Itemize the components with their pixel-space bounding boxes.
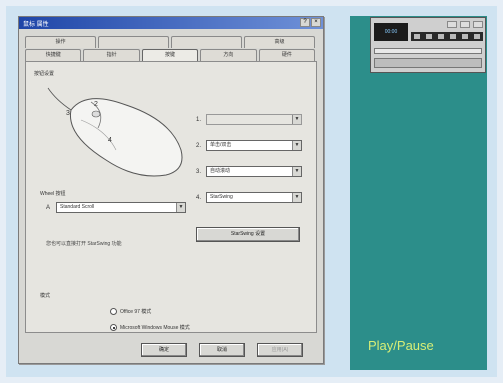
dialog-title: 鼠标 属性 [23,22,49,28]
tab-3[interactable]: 方向 [200,49,257,61]
tab-0[interactable]: 快捷键 [25,49,82,61]
previous-icon[interactable] [414,34,420,39]
svg-text:4: 4 [108,137,112,144]
apply-button[interactable]: 应用(A) [257,343,303,357]
button-row-4: 4. StarSwing ▼ [196,192,302,203]
chevron-down-icon: ▼ [292,193,301,202]
media-player-widget: 00:00 [370,17,486,73]
svg-text:2: 2 [94,101,98,108]
select-value: 单击/双击 [210,142,232,148]
button-1-select[interactable]: ▼ [206,114,302,125]
mode-option-windows[interactable]: Microsoft Windows Mouse 模式 [110,324,190,331]
chevron-down-icon: ▼ [292,167,301,176]
mode-option-office[interactable]: Office 97 模式 [110,308,151,315]
volume-bar[interactable] [374,58,482,68]
tab-1[interactable]: 指针 [83,49,140,61]
button-2-select[interactable]: 单击/双击 ▼ [206,140,302,151]
tab-panel: 按钮设置 3 2 4 1. ▼ 2. 单击/双击 ▼ 3. 自动滚动 ▼ 4. … [25,61,317,333]
help-button[interactable]: ? [300,18,310,27]
eject-icon[interactable] [474,34,480,39]
close-icon[interactable] [473,21,483,28]
wheel-number: A [46,204,51,211]
player-display: 00:00 [374,23,408,41]
stop-icon[interactable] [450,34,456,39]
button-number: 1. [196,116,202,123]
wheel-label: Wheel 按钮 [40,191,66,197]
mode-label: 模式 [40,293,51,299]
select-value: Standard Scroll [60,204,95,210]
select-value: 自动滚动 [210,168,231,174]
ok-button[interactable]: 确定 [141,343,187,357]
close-button[interactable]: × [311,18,321,27]
pause-icon[interactable] [438,34,444,39]
next-icon[interactable] [462,34,468,39]
player-top-controls [411,21,483,29]
button-row-3: 3. 自动滚动 ▼ [196,166,302,177]
seek-bar[interactable] [374,48,482,54]
buttons-group-label: 按钮设置 [34,71,55,77]
title-bar: 鼠标 属性 ? × [19,17,323,29]
tab-top-0[interactable]: 操作 [25,36,96,48]
tab-row-top: 操作 高级 [25,36,317,48]
maximize-icon[interactable] [460,21,470,28]
teal-panel: 00:00 Play/Pause [350,16,487,370]
chevron-down-icon: ▼ [292,115,301,124]
button-number: 4. [196,194,202,201]
button-number: 2. [196,142,202,149]
transport-controls [411,32,483,41]
button-3-select[interactable]: 自动滚动 ▼ [206,166,302,177]
play-pause-caption: Play/Pause [368,338,434,353]
play-icon[interactable] [426,34,432,39]
button-number: 3. [196,168,202,175]
starswing-settings-button[interactable]: StarSwing 设置 [196,227,300,242]
tab-top-2[interactable] [171,36,242,48]
radio-button-checked[interactable] [110,324,117,331]
button-4-select[interactable]: StarSwing ▼ [206,192,302,203]
mouse-properties-dialog: 鼠标 属性 ? × 操作 高级 快捷键 指针 按键 方向 硬件 按钮设置 3 2… [18,16,324,364]
radio-button[interactable] [110,308,117,315]
button-row-2: 2. 单击/双击 ▼ [196,140,302,151]
tab-top-1[interactable] [98,36,169,48]
chevron-down-icon: ▼ [292,141,301,150]
svg-text:3: 3 [66,110,70,117]
button-row-1: 1. ▼ [196,114,302,125]
mode-option-label: Office 97 模式 [120,309,152,315]
select-value: StarSwing [210,194,233,200]
tab-row-bottom: 快捷键 指针 按键 方向 硬件 [25,49,317,61]
hint-text: 您也可以直接打开 StarSwing 功能 [46,241,122,247]
mode-option-label: Microsoft Windows Mouse 模式 [120,325,190,331]
chevron-down-icon: ▼ [176,203,185,212]
mouse-illustration: 3 2 4 [47,87,183,177]
tab-top-3[interactable]: 高级 [244,36,315,48]
tab-2[interactable]: 按键 [141,49,199,61]
wheel-select[interactable]: Standard Scroll ▼ [56,202,186,213]
cancel-button[interactable]: 取消 [199,343,245,357]
tab-4[interactable]: 硬件 [258,49,316,61]
minimize-icon[interactable] [447,21,457,28]
wheel-row: A Standard Scroll ▼ [46,202,186,213]
